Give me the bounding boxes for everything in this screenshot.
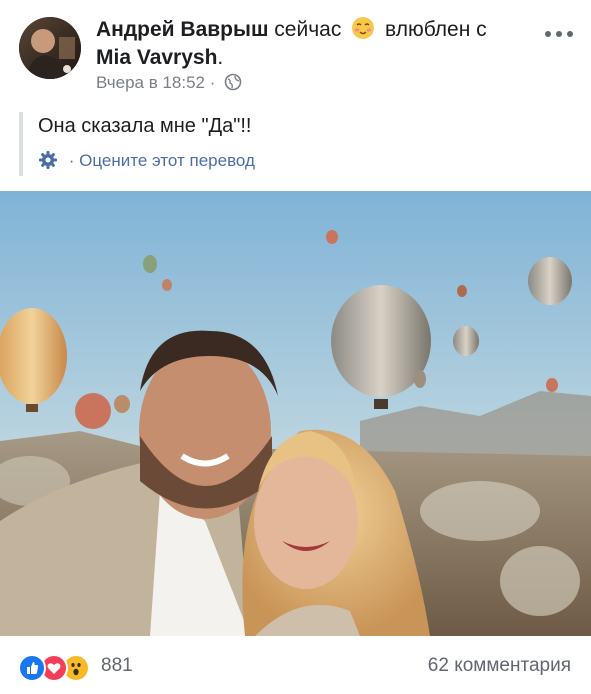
meta-separator: ·	[209, 73, 216, 92]
post-footer: 881 62 комментария	[0, 636, 591, 694]
in-love-emoji-icon	[351, 16, 375, 40]
more-options-icon[interactable]	[544, 26, 574, 37]
post-text: Она сказала мне "Да"!!	[38, 115, 252, 137]
rate-translation-label: Оцените этот перевод	[79, 151, 255, 170]
post-meta: Вчера в 18:52 ·	[96, 73, 242, 93]
rate-translation-link[interactable]: · Оцените этот перевод	[38, 150, 255, 171]
translate-separator: ·	[68, 151, 75, 170]
post-photo[interactable]	[0, 191, 591, 636]
reaction-count[interactable]: 881	[101, 655, 133, 677]
globe-icon[interactable]	[224, 73, 242, 91]
quote-bar	[19, 112, 23, 176]
post-timestamp[interactable]: Вчера в 18:52	[96, 73, 205, 92]
like-reaction-icon	[18, 654, 46, 682]
gear-icon	[38, 150, 58, 170]
comments-count-link[interactable]: 62 комментария	[428, 655, 571, 677]
status-prefix: сейчас	[274, 18, 342, 41]
author-avatar[interactable]	[19, 17, 81, 79]
partner-name[interactable]: Mia Vavrysh	[96, 46, 217, 69]
feeling-period: .	[217, 46, 224, 69]
author-name[interactable]: Андрей Ваврыш	[96, 18, 268, 41]
post-author-line: Андрей Ваврыш сейчас влюблен с Mia Vavry…	[96, 16, 536, 72]
feeling-label: влюблен с	[385, 18, 487, 41]
post-header: Андрей Ваврыш сейчас влюблен с Mia Vavry…	[0, 0, 591, 110]
